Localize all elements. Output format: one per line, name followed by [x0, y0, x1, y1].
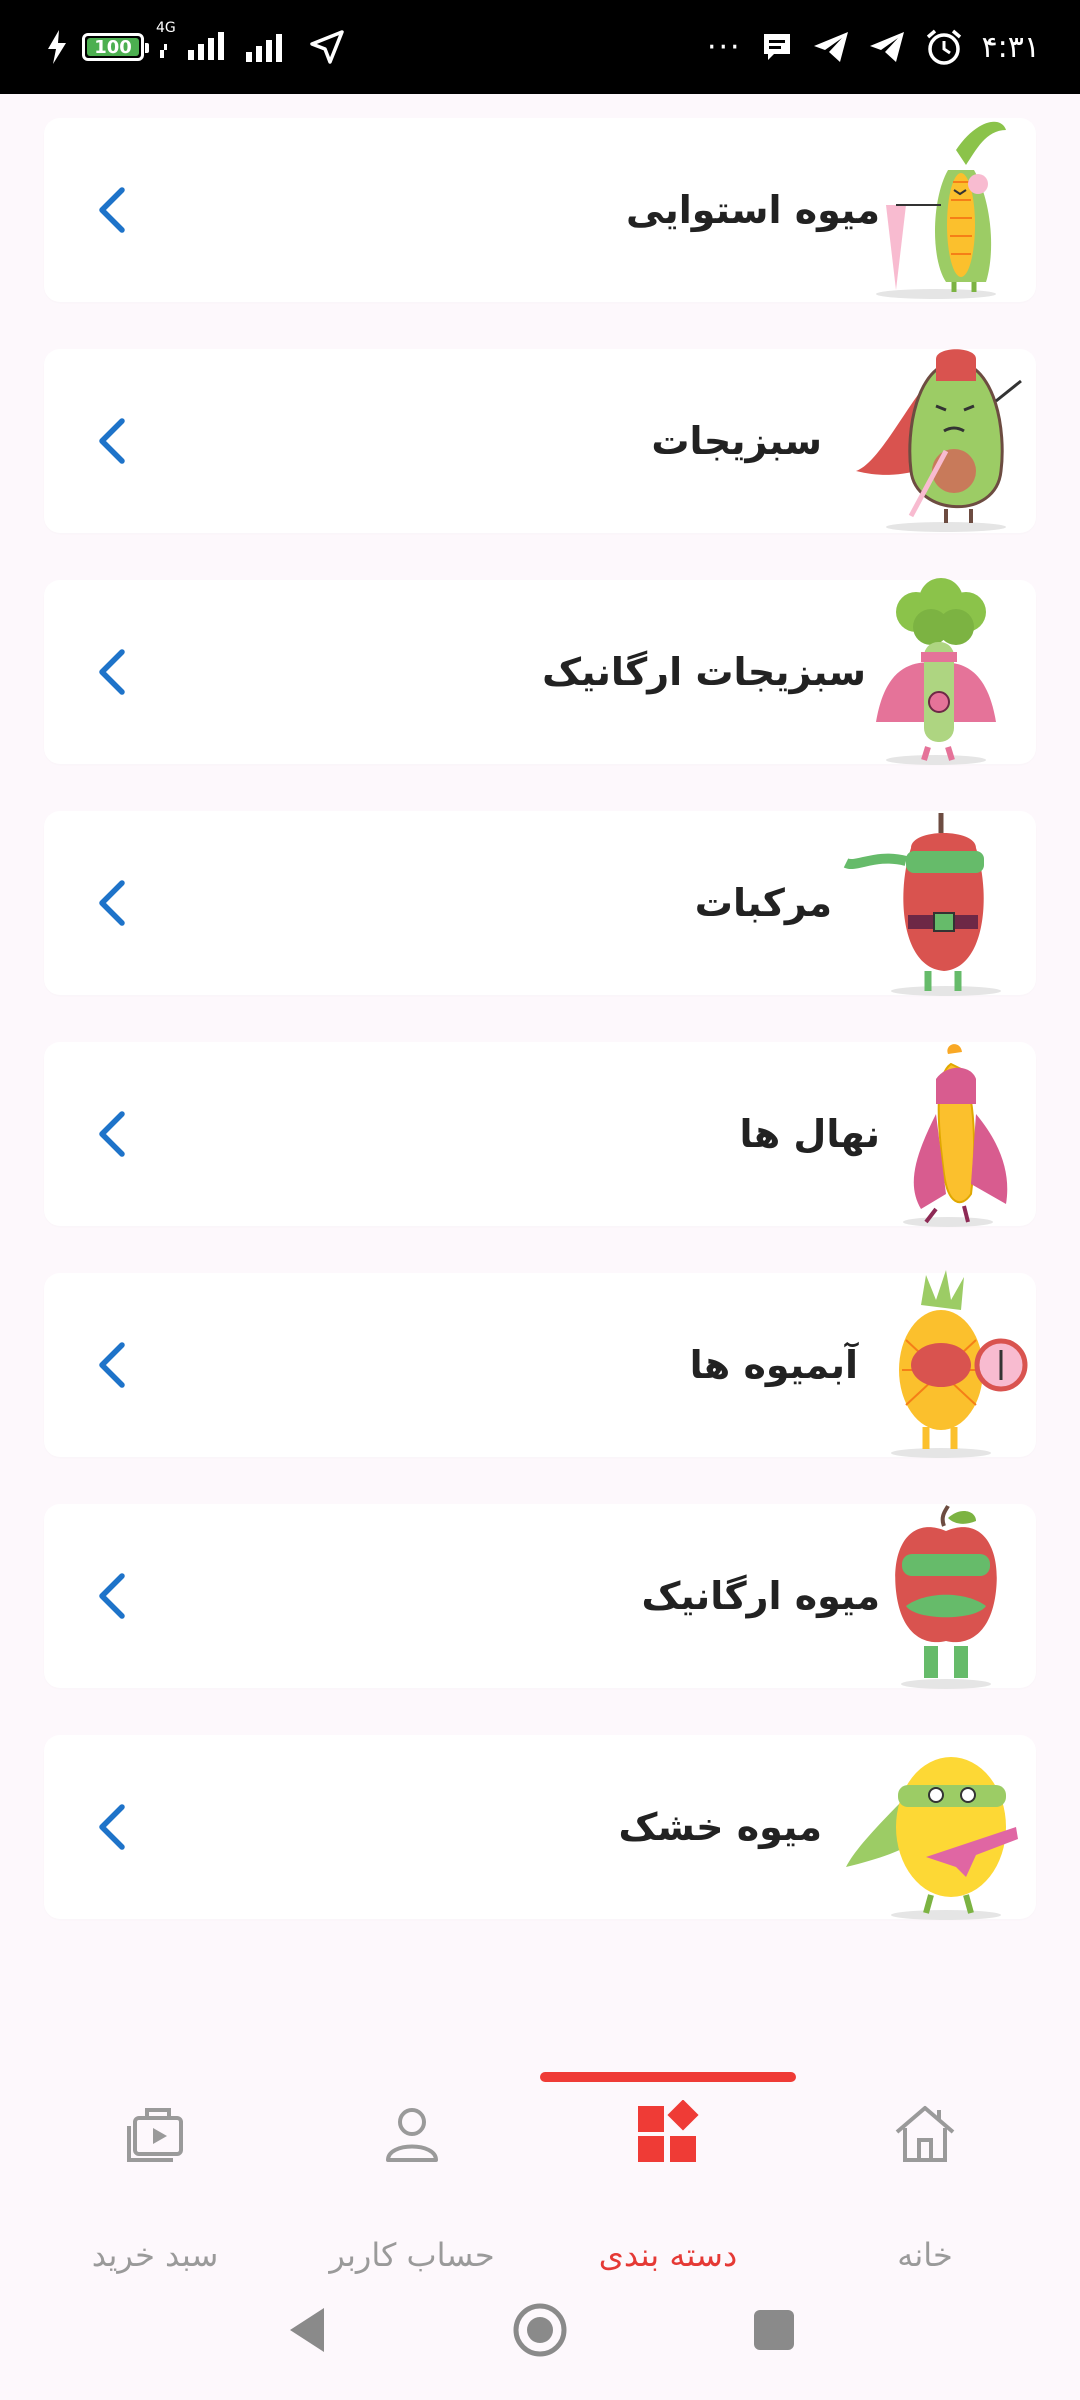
- category-item[interactable]: آبمیوه ها: [44, 1270, 1036, 1458]
- telegram-icon-2: [869, 32, 904, 62]
- category-label: میوه خشک: [618, 1805, 823, 1849]
- active-tab-indicator: [540, 2072, 796, 2082]
- signal-4g-icon: 4G: [156, 20, 230, 66]
- nav-item-categories[interactable]: دسته بندی: [533, 2090, 803, 2274]
- charging-icon: [48, 30, 66, 64]
- lemon-hero-icon: [846, 1757, 1018, 1920]
- home-icon: [895, 2106, 955, 2162]
- category-item[interactable]: میوه ارگانیک: [44, 1504, 1036, 1689]
- category-item[interactable]: سبزیجات: [44, 349, 1036, 533]
- message-icon: [763, 34, 790, 60]
- alarm-icon: [926, 29, 961, 65]
- broccoli-hero-icon: [876, 578, 996, 765]
- avocado-hero-icon: [856, 349, 1022, 532]
- pepper-hero-icon: [843, 813, 1001, 996]
- network-type: 4G: [156, 20, 176, 36]
- nav-item-home[interactable]: خانه: [790, 2090, 1060, 2274]
- location-arrow-icon: [310, 30, 344, 64]
- chevron-left-icon: [99, 880, 125, 926]
- more-notifications: ···: [706, 29, 742, 65]
- category-item[interactable]: نهال ها: [44, 1042, 1036, 1227]
- category-label: سبزیجات: [651, 419, 822, 463]
- category-label: آبمیوه ها: [689, 1343, 858, 1387]
- bottom-navigation: سبد خرید حساب کاربر دسته بندی خانه: [0, 2050, 1080, 2274]
- chevron-left-icon: [99, 1111, 125, 1157]
- recents-icon[interactable]: [744, 2300, 804, 2360]
- category-item[interactable]: مرکبات: [44, 811, 1036, 996]
- back-icon[interactable]: [278, 2300, 338, 2360]
- category-label: مرکبات: [694, 881, 832, 925]
- category-label: سبزیجات ارگانیک: [542, 650, 866, 694]
- apple-hero-icon: [895, 1505, 997, 1689]
- category-icon: [638, 2100, 699, 2162]
- battery-icon: 100: [82, 33, 149, 61]
- nav-item-account[interactable]: حساب کاربر: [277, 2090, 547, 2274]
- system-navigation-bar: [0, 2260, 1080, 2400]
- banana-hero-icon: [903, 1044, 1008, 1227]
- chevron-left-icon: [99, 187, 125, 233]
- chevron-left-icon: [99, 418, 125, 464]
- user-icon: [386, 2108, 438, 2162]
- chevron-left-icon: [99, 1342, 125, 1388]
- category-item[interactable]: میوه خشک: [44, 1735, 1036, 1920]
- category-item[interactable]: میوه استوایی: [44, 118, 1036, 302]
- chevron-left-icon: [99, 649, 125, 695]
- home-button-icon[interactable]: [510, 2300, 570, 2360]
- cart-icon: [127, 2108, 183, 2162]
- nav-item-cart[interactable]: سبد خرید: [20, 2090, 290, 2274]
- chevron-left-icon: [99, 1573, 125, 1619]
- clock: ۴:۳۱: [981, 29, 1040, 65]
- corn-hero-icon: [876, 121, 1006, 299]
- pineapple-hero-icon: [891, 1270, 1028, 1458]
- battery-level: 100: [94, 36, 132, 58]
- category-item[interactable]: سبزیجات ارگانیک: [44, 578, 1036, 765]
- telegram-icon: [813, 32, 848, 62]
- chevron-left-icon: [99, 1804, 125, 1850]
- status-bar: 100 4G ··· ۴:۳۱: [0, 0, 1080, 94]
- signal-icon: [246, 34, 282, 62]
